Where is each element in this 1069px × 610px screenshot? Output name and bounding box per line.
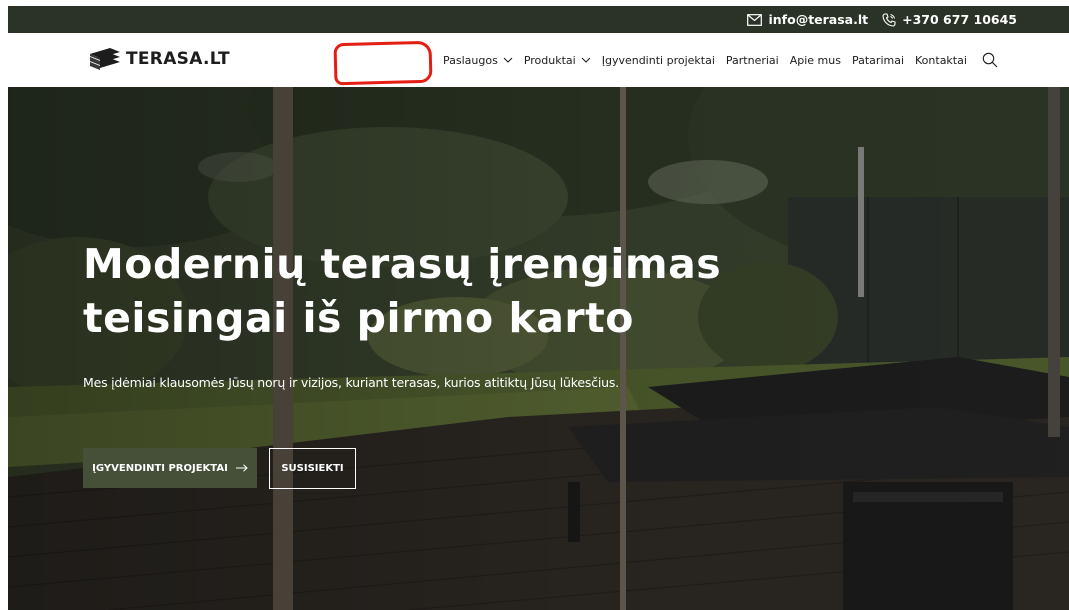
nav-item-paslaugos[interactable]: Paslaugos [443, 54, 513, 67]
nav-item-kontaktai[interactable]: Kontaktai [915, 54, 967, 67]
nav-label: Patarimai [851, 53, 905, 67]
projects-button-label: ĮGYVENDINTI PROJEKTAI [92, 462, 228, 474]
nav-label: Įgyvendinti projektai [601, 53, 715, 67]
nav-label: Produktai [523, 53, 576, 67]
arrow-right-icon [235, 464, 248, 472]
email-text: info@terasa.lt [768, 12, 869, 27]
red-annotation-box [333, 40, 433, 86]
stacked-boards-logo-icon [89, 48, 120, 70]
hero-title-line1: Modernių terasų įrengimas [83, 240, 722, 288]
contact-bar: info@terasa.lt +370 677 10645 [8, 6, 1069, 33]
page: info@terasa.lt +370 677 10645 TERASA.LT [0, 0, 1069, 610]
phone-icon [882, 12, 896, 27]
contact-button-label: SUSISIEKTI [281, 463, 344, 474]
main-nav: Paslaugos Produktai Įgyvendinti projekta… [443, 33, 998, 87]
hero-overlay [8, 87, 1069, 610]
mail-icon [747, 13, 763, 26]
hero-section: Modernių terasų įrengimas teisingai iš p… [8, 87, 1069, 610]
chevron-down-icon [503, 57, 513, 63]
chevron-down-icon [581, 57, 591, 63]
nav-item-produktai[interactable]: Produktai [524, 54, 591, 67]
search-icon[interactable] [982, 52, 998, 68]
hero-title-line2: teisingai iš pirmo karto [83, 294, 634, 342]
logo-text: TERASA.LT [126, 49, 230, 69]
nav-label: Partneriai [725, 53, 779, 67]
nav-item-patarimai[interactable]: Patarimai [852, 54, 904, 67]
nav-item-partneriai[interactable]: Partneriai [726, 54, 779, 67]
hero-title: Modernių terasų įrengimas teisingai iš p… [83, 237, 783, 345]
projects-button[interactable]: ĮGYVENDINTI PROJEKTAI [83, 448, 257, 488]
nav-item-igyvendinti-projektai[interactable]: Įgyvendinti projektai [602, 54, 715, 67]
hero-subtitle: Mes įdėmiai klausomės Jūsų norų ir vizij… [83, 375, 619, 390]
site-header: TERASA.LT Paslaugos Produktai Įgyvendint… [8, 33, 1069, 87]
phone-link[interactable]: +370 677 10645 [882, 12, 1017, 27]
nav-label: Paslaugos [443, 53, 498, 67]
phone-text: +370 677 10645 [902, 12, 1017, 27]
nav-item-apie-mus[interactable]: Apie mus [790, 54, 841, 67]
nav-label: Apie mus [789, 53, 841, 67]
email-link[interactable]: info@terasa.lt [747, 12, 868, 27]
nav-label: Kontaktai [915, 53, 967, 67]
site-logo[interactable]: TERASA.LT [88, 46, 230, 72]
contact-button[interactable]: SUSISIEKTI [269, 448, 356, 489]
